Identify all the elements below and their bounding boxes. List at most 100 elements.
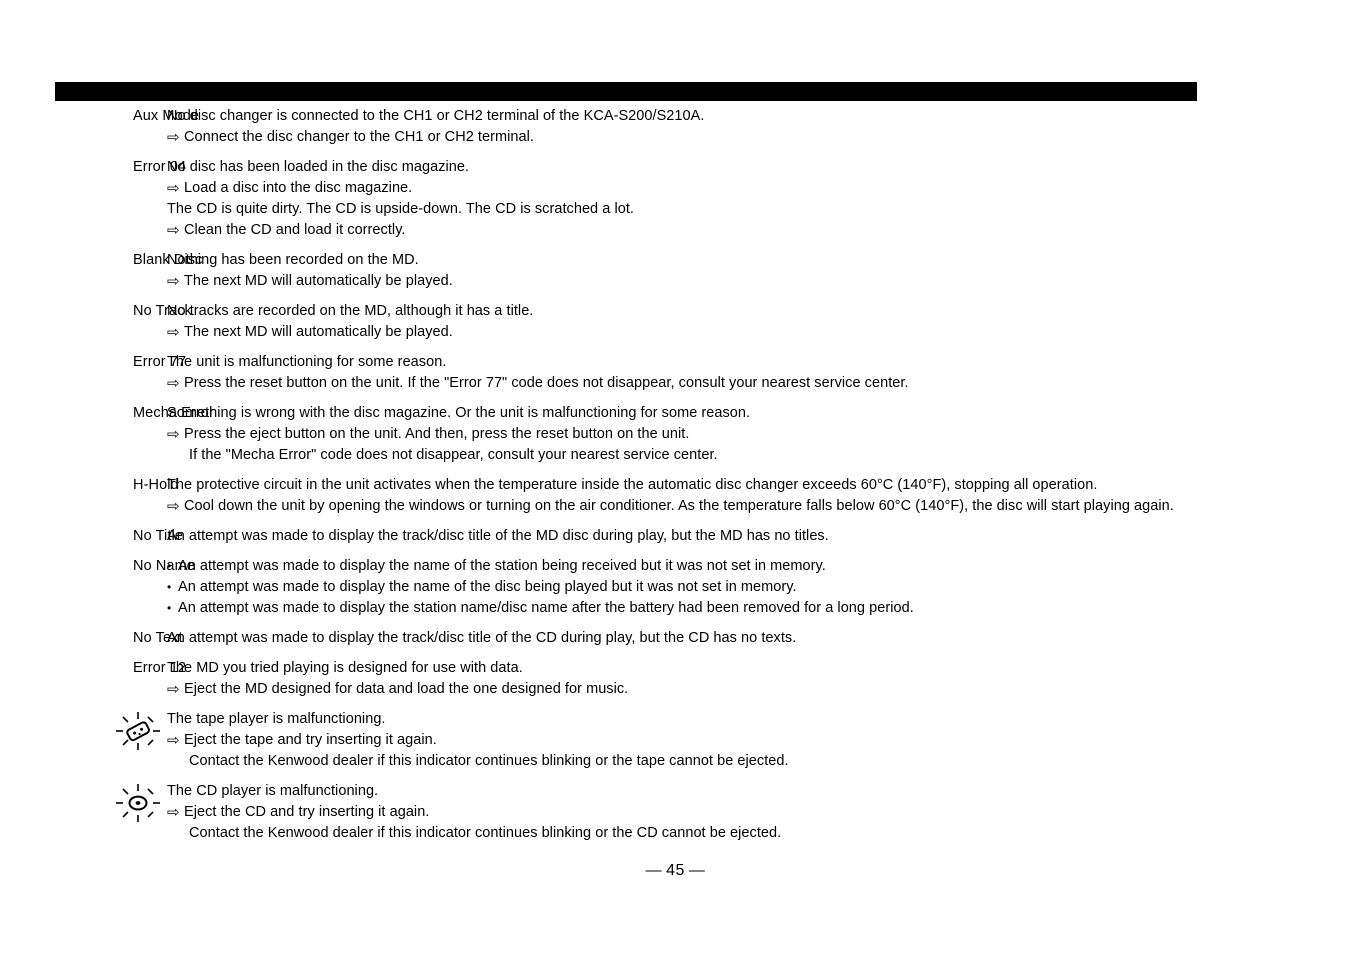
error-row-label: No Text xyxy=(133,630,183,646)
error-row: No Title An attempt was made to display t… xyxy=(55,526,1305,547)
symptom-line: An attempt was made to display the track… xyxy=(167,630,797,646)
remedy-line: ⇨ Clean the CD and load it correctly. xyxy=(167,220,1305,241)
error-row-label: Error 04 xyxy=(133,159,187,175)
remedy-text: The next MD will automatically be played… xyxy=(184,324,453,340)
right-arrow-icon: ⇨ xyxy=(167,732,180,749)
error-row-label: No Track xyxy=(133,303,192,319)
error-row: Blank Disc Nothing has been recorded on t… xyxy=(55,250,1305,292)
right-arrow-icon: ⇨ xyxy=(167,273,180,290)
right-arrow-icon: ⇨ xyxy=(167,324,180,341)
bullet-line: • An attempt was made to display the stat… xyxy=(167,598,1305,619)
error-row-label: Aux Mode xyxy=(133,108,200,124)
error-row: Mecha Error Something is wrong with the d… xyxy=(55,403,1305,466)
bullet-text: An attempt was made to display the name … xyxy=(178,558,826,574)
remedy-text: Eject the tape and try inserting it agai… xyxy=(184,732,437,748)
error-row-description: The CD player is malfunctioning. ⇨ Eject t… xyxy=(167,781,1305,844)
symptom-line: No disc has been loaded in the disc maga… xyxy=(167,159,470,175)
right-arrow-icon: ⇨ xyxy=(167,498,180,515)
error-row-icon-cell xyxy=(55,781,167,823)
right-arrow-icon: ⇨ xyxy=(167,180,180,197)
symptom-line: The CD player is malfunctioning. xyxy=(167,783,379,799)
remedy-text: Eject the MD designed for data and load … xyxy=(184,681,629,697)
error-message-table: Aux Mode No disc changer is connected to … xyxy=(55,106,1305,853)
error-row: No Name • An attempt was made to display t… xyxy=(55,556,1305,619)
error-row-label: No Title xyxy=(133,528,183,544)
remedy-text: Cool down the unit by opening the window… xyxy=(184,498,1174,514)
error-row: Error 77 The unit is malfunctioning for s… xyxy=(55,352,1305,394)
document-page: Aux Mode No disc changer is connected to … xyxy=(0,0,1351,954)
symptom-line: The MD you tried playing is designed for… xyxy=(167,660,523,676)
remedy-line: ⇨ Eject the tape and try inserting it aga… xyxy=(167,730,1305,751)
remedy-line: ⇨ The next MD will automatically be playe… xyxy=(167,271,1305,292)
footer-left-dash: — xyxy=(645,862,663,879)
remedy-line: ⇨ Eject the MD designed for data and load… xyxy=(167,679,1305,700)
error-row-description: Nothing has been recorded on the MD. ⇨ The… xyxy=(167,250,1305,292)
error-row-description: The tape player is malfunctioning. ⇨ Eject… xyxy=(167,709,1305,772)
remedy-text: Press the reset button on the unit. If t… xyxy=(184,375,909,391)
remedy-text: Press the eject button on the unit. And … xyxy=(184,426,690,442)
error-row-label: Mecha Error xyxy=(133,405,214,421)
error-row-label: H-Hold xyxy=(133,477,179,493)
error-row: No Track No tracks are recorded on the MD… xyxy=(55,301,1305,343)
bullet-line: • An attempt was made to display the name… xyxy=(167,556,1305,577)
continuation-line: Contact the Kenwood dealer if this indic… xyxy=(189,753,789,769)
error-row-description: No disc has been loaded in the disc maga… xyxy=(167,157,1305,241)
right-arrow-icon: ⇨ xyxy=(167,222,180,239)
symptom-line: No tracks are recorded on the MD, althou… xyxy=(167,303,534,319)
symptom-line: The CD is quite dirty. The CD is upside-… xyxy=(167,201,634,217)
remedy-line: ⇨ Press the reset button on the unit. If … xyxy=(167,373,1305,394)
error-row-description: The unit is malfunctioning for some reas… xyxy=(167,352,1305,394)
right-arrow-icon: ⇨ xyxy=(167,375,180,392)
error-row-label: Error 77 xyxy=(133,354,187,370)
remedy-line: ⇨ Connect the disc changer to the CH1 or … xyxy=(167,127,1305,148)
continuation-line: Contact the Kenwood dealer if this indic… xyxy=(189,825,782,841)
symptom-line: An attempt was made to display the track… xyxy=(167,528,829,544)
error-row: Error 12 The MD you tried playing is desi… xyxy=(55,658,1305,700)
remedy-line: ⇨ Load a disc into the disc magazine. xyxy=(167,178,1305,199)
bullet-text: An attempt was made to display the name … xyxy=(178,579,797,595)
error-row: Aux Mode No disc changer is connected to … xyxy=(55,106,1305,148)
continuation-line: If the "Mecha Error" code does not disap… xyxy=(189,447,718,463)
right-arrow-icon: ⇨ xyxy=(167,426,180,443)
bullet-line: • An attempt was made to display the name… xyxy=(167,577,1305,598)
error-row: Error 04 No disc has been loaded in the d… xyxy=(55,157,1305,241)
remedy-line: ⇨ The next MD will automatically be playe… xyxy=(167,322,1305,343)
symptom-line: Nothing has been recorded on the MD. xyxy=(167,252,419,268)
error-row: H-Hold The protective circuit in the unit… xyxy=(55,475,1305,517)
remedy-line: ⇨ Press the eject button on the unit. And… xyxy=(167,424,1305,445)
remedy-text: The next MD will automatically be played… xyxy=(184,273,453,289)
header-black-bar xyxy=(55,82,1197,101)
error-row-icon-cell xyxy=(55,709,167,751)
error-row-description: The MD you tried playing is designed for… xyxy=(167,658,1305,700)
error-row-description: The protective circuit in the unit activ… xyxy=(167,475,1305,517)
error-row-label: Blank Disc xyxy=(133,252,203,268)
right-arrow-icon: ⇨ xyxy=(167,681,180,698)
bullet-icon: • xyxy=(167,601,172,615)
error-row-description: No disc changer is connected to the CH1 … xyxy=(167,106,1305,148)
error-row-description: An attempt was made to display the track… xyxy=(167,628,1305,649)
bullet-text: An attempt was made to display the stati… xyxy=(178,600,914,616)
symptom-line: The tape player is malfunctioning. xyxy=(167,711,386,727)
footer-page-number: 45 xyxy=(666,862,685,879)
footer-right-dash: — xyxy=(688,862,706,879)
error-row-description: Something is wrong with the disc magazin… xyxy=(167,403,1305,466)
remedy-text: Clean the CD and load it correctly. xyxy=(184,222,406,238)
remedy-text: Connect the disc changer to the CH1 or C… xyxy=(184,129,534,145)
remedy-line: ⇨ Cool down the unit by opening the windo… xyxy=(167,496,1305,517)
error-row-label: Error 12 xyxy=(133,660,187,676)
remedy-line: ⇨ Eject the CD and try inserting it again… xyxy=(167,802,1305,823)
error-row: No Text An attempt was made to display th… xyxy=(55,628,1305,649)
page-footer: —45— xyxy=(0,862,1351,880)
blinking-cassette-tape-icon xyxy=(115,711,167,751)
error-row-description: An attempt was made to display the track… xyxy=(167,526,1305,547)
error-row-description: • An attempt was made to display the name… xyxy=(167,556,1305,619)
error-row: The CD player is malfunctioning. ⇨ Eject t… xyxy=(55,781,1305,844)
symptom-line: No disc changer is connected to the CH1 … xyxy=(167,108,705,124)
bullet-icon: • xyxy=(167,559,172,573)
right-arrow-icon: ⇨ xyxy=(167,804,180,821)
right-arrow-icon: ⇨ xyxy=(167,129,180,146)
error-row: The tape player is malfunctioning. ⇨ Eject… xyxy=(55,709,1305,772)
symptom-line: The protective circuit in the unit activ… xyxy=(167,477,1098,493)
error-row-description: No tracks are recorded on the MD, althou… xyxy=(167,301,1305,343)
symptom-line: Something is wrong with the disc magazin… xyxy=(167,405,751,421)
